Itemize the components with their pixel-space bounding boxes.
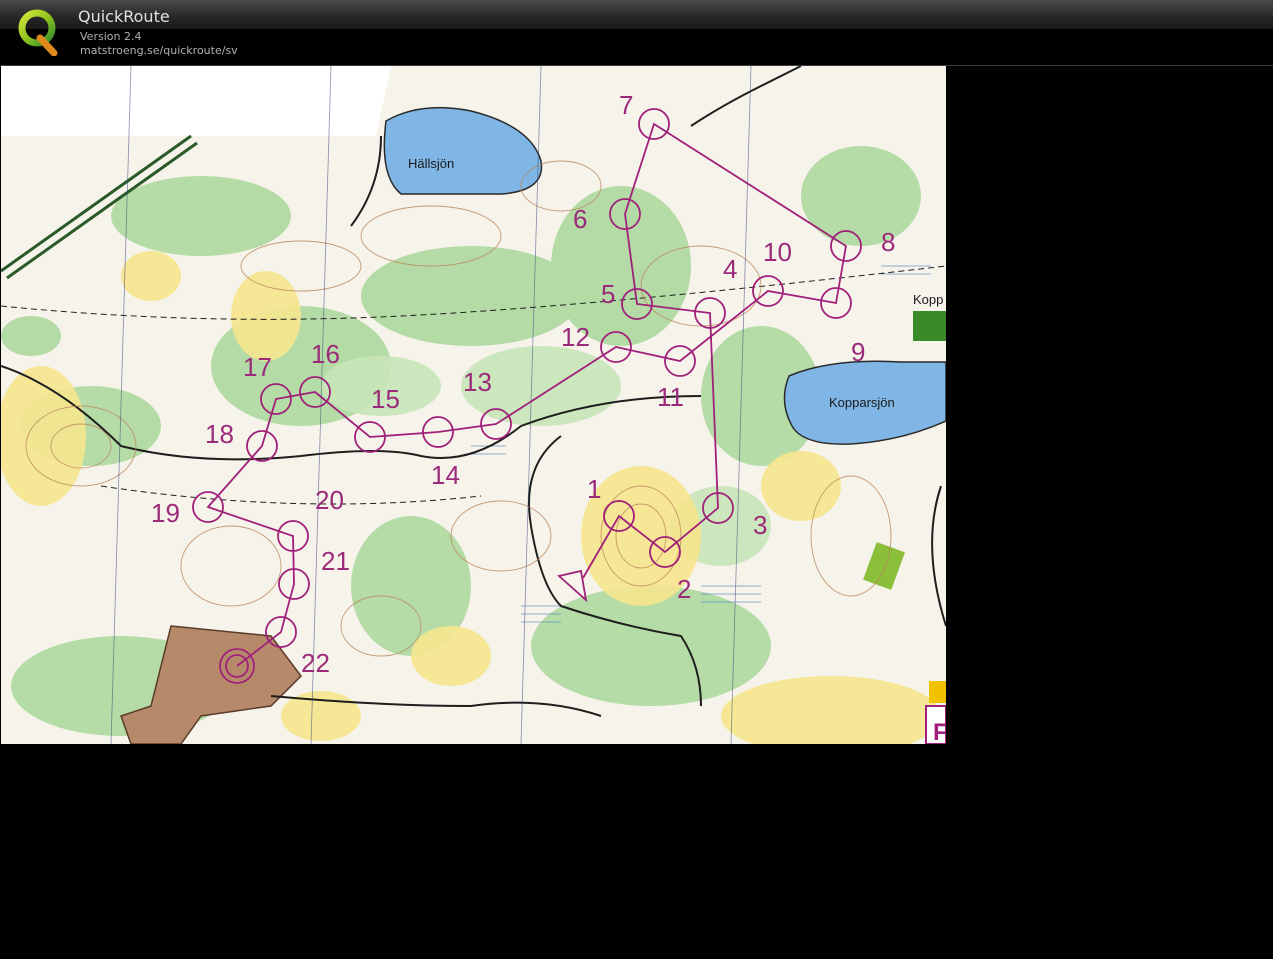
control-number-16: 16 xyxy=(311,339,340,369)
control-number-11: 11 xyxy=(657,382,684,412)
village-label: Kopp xyxy=(913,292,943,307)
control-number-12: 12 xyxy=(561,322,590,352)
title-bar xyxy=(0,0,1273,29)
control-number-3: 3 xyxy=(753,510,767,540)
lake-label-kopparsjon: Kopparsjön xyxy=(829,395,895,410)
control-number-9: 9 xyxy=(851,337,865,367)
control-number-6: 6 xyxy=(573,204,587,234)
control-number-18: 18 xyxy=(205,419,234,449)
app-header: QuickRoute Version 2.4 matstroeng.se/qui… xyxy=(0,0,1273,65)
lake-label-hallsjon: Hällsjön xyxy=(408,156,454,171)
control-number-14: 14 xyxy=(431,460,460,490)
control-number-15: 15 xyxy=(371,384,400,414)
control-number-8: 8 xyxy=(881,227,895,257)
control-number-19: 19 xyxy=(151,498,180,528)
control-number-20: 20 xyxy=(315,485,344,515)
quickroute-logo-icon xyxy=(16,6,60,57)
control-number-7: 7 xyxy=(619,90,633,120)
website-link[interactable]: matstroeng.se/quickroute/sv xyxy=(80,44,238,57)
control-number-13: 13 xyxy=(463,367,492,397)
map-corner-letter: F xyxy=(933,719,946,744)
orienteering-map[interactable]: Hällsjön Kopparsjön Kopp F 1 2 3 4 5 6 7… xyxy=(1,66,946,744)
control-number-22: 22 xyxy=(301,648,330,678)
version-label: Version 2.4 xyxy=(80,30,142,43)
control-number-5: 5 xyxy=(601,279,615,309)
control-number-2: 2 xyxy=(677,574,691,604)
control-number-1: 1 xyxy=(587,474,601,504)
control-number-4: 4 xyxy=(723,254,737,284)
control-number-17: 17 xyxy=(243,352,272,382)
map-viewport[interactable]: Hällsjön Kopparsjön Kopp F 1 2 3 4 5 6 7… xyxy=(1,66,946,744)
app-title: QuickRoute xyxy=(78,7,170,26)
control-number-10: 10 xyxy=(763,237,792,267)
control-number-21: 21 xyxy=(321,546,350,576)
